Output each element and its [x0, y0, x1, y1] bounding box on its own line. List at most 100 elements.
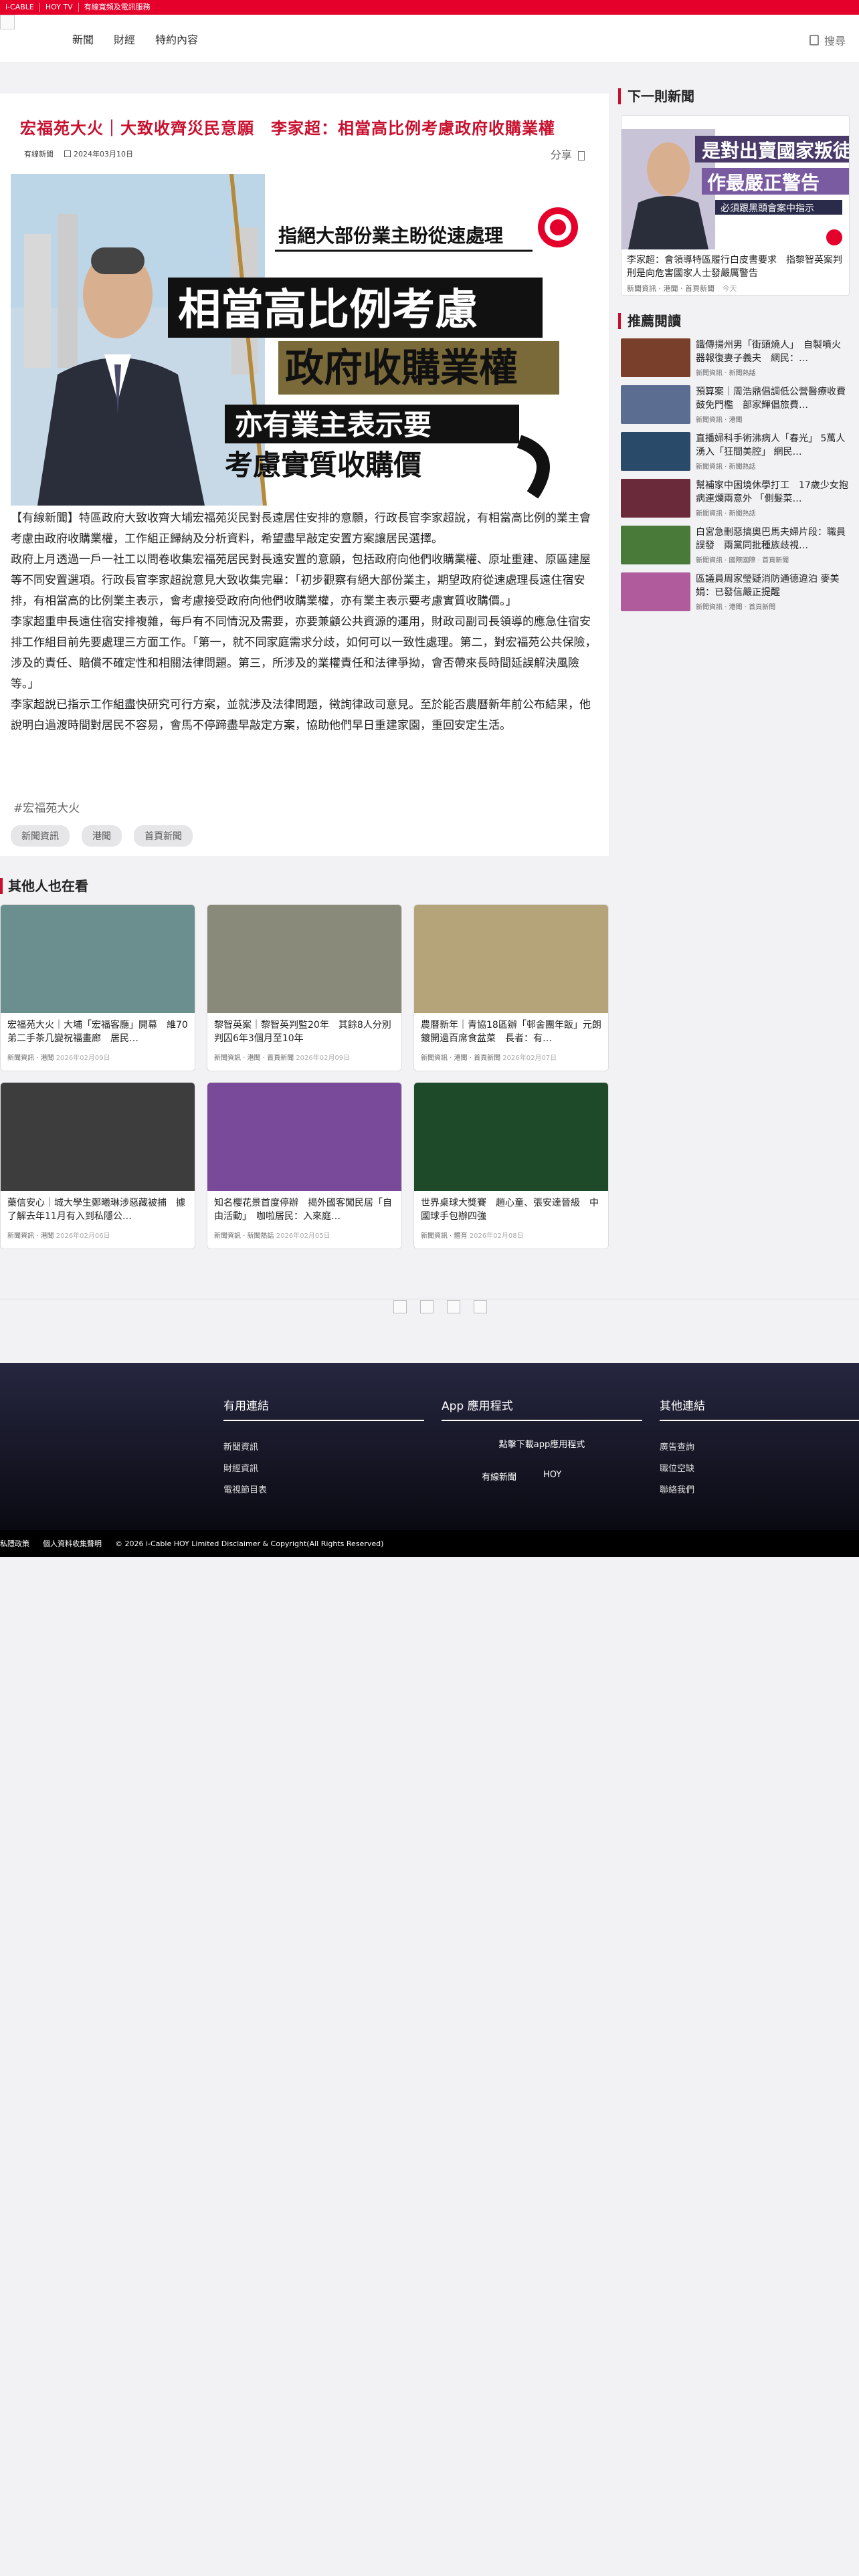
- footer-useful-links: 有用連結 新聞資訊 財經資訊 電視節目表: [223, 1396, 424, 1501]
- sponsor-logos: [393, 1300, 487, 1313]
- topbar-link-icable[interactable]: i-CABLE: [0, 3, 40, 12]
- article-hashtag[interactable]: #宏福苑大火: [13, 798, 80, 815]
- next-article-meta: 新聞資訊 · 港聞 · 首頁新聞 今天: [627, 284, 737, 293]
- recommended-title: 幫補家中困境休學打工 17歲少女抱病連爛兩意外 「側髮菜…: [696, 480, 848, 504]
- recommended-item[interactable]: 白宮急刪惡搞奧巴馬夫婦片段：職員誤發 兩黨同批種族歧視… 新聞資訊 · 國際國際 …: [621, 526, 850, 572]
- recommended-meta: 新聞資訊 · 港聞: [696, 417, 743, 424]
- news-card-title: 知名櫻花景首度停辦 揭外國客闖民居「自由活動」 咖啦居民：入來庭…: [214, 1198, 392, 1222]
- recommended-meta: 新聞資訊 · 新聞熱話: [696, 370, 756, 377]
- sponsor-logo[interactable]: [420, 1300, 434, 1313]
- recommended-thumbnail: [621, 432, 690, 471]
- article-meta: 有線新聞 2024年03月10日: [24, 148, 133, 159]
- share-label: 分享: [550, 148, 572, 161]
- news-card[interactable]: 知名櫻花景首度停辦 揭外國客闖民居「自由活動」 咖啦居民：入來庭… 新聞資訊 ·…: [207, 1082, 402, 1249]
- article-paragraph: 李家超說已指示工作組盡快研究可行方案，並就涉及法律問題，徵詢律政司意見。至於能否…: [11, 698, 591, 732]
- share-icon: [578, 150, 585, 160]
- search-icon: [809, 35, 819, 45]
- news-card-title: 黎智英案｜黎智英判監20年 其餘8人分別判囚6年3個月至10年: [214, 1020, 391, 1044]
- footer-other-links: 其他連結 廣告查詢 職位空缺 聯絡我們: [660, 1396, 859, 1501]
- footer-link[interactable]: 電視節目表: [223, 1480, 424, 1501]
- recommended-thumbnail: [621, 479, 690, 518]
- recommended-item[interactable]: 預算案｜周浩鼎倡調低公營醫療收費鼓免門檻 部家輝倡旅費… 新聞資訊 · 港聞: [621, 385, 850, 432]
- footer-col-title: 有用連結: [223, 1396, 424, 1421]
- recommended-item[interactable]: 幫補家中困境休學打工 17歲少女抱病連爛兩意外 「側髮菜… 新聞資訊 · 新聞熱話: [621, 479, 850, 526]
- next-article-image: 是對出賣國家叛徒 作最嚴正警告 必須跟黑頭會案中指示: [622, 116, 850, 249]
- nav-news[interactable]: 新聞: [72, 31, 94, 47]
- recommended-thumbnail: [621, 526, 690, 564]
- hero-caption-top: 指絕大部份業主盼從速處理: [278, 225, 503, 247]
- footer-app-text: 點擊下載app應用程式: [498, 1440, 585, 1450]
- recommended-meta: 新聞資訊 · 新聞熱話: [696, 510, 756, 518]
- copyright-text: © 2026 i-Cable HOY Limited Disclaimer & …: [115, 1539, 384, 1548]
- footer-link[interactable]: 新聞資訊: [223, 1437, 424, 1459]
- news-card[interactable]: 黎智英案｜黎智英判監20年 其餘8人分別判囚6年3個月至10年 新聞資訊 · 港…: [207, 904, 402, 1071]
- recommended-title: 區議員周家瑩疑消防通德違泊 麥美娟：已發信嚴正提醒: [696, 574, 840, 598]
- news-card[interactable]: 農曆新年｜青協18區辦「邨舍團年飯」元朗鍍開過百席食盆菜 長者：有… 新聞資訊 …: [413, 904, 609, 1071]
- news-card-title: 藥信安心｜城大學生鄭曦琳涉惡藏被捕 據了解去年11月有入到私隱公…: [7, 1198, 185, 1222]
- article-container: 宏福苑大火｜大致收齊災民意願 李家超：相當高比例考慮政府收購業權 有線新聞 20…: [0, 94, 609, 856]
- site-footer: 有用連結 新聞資訊 財經資訊 電視節目表 App 應用程式 點擊下載app應用程…: [0, 1363, 859, 1530]
- news-card-meta: 新聞資訊 · 港聞 2026年02月06日: [7, 1232, 110, 1240]
- site-logo[interactable]: [0, 15, 15, 29]
- footer-link[interactable]: 職位空缺: [660, 1459, 859, 1480]
- copyright-bar: 私隱政策 個人資料收集聲明 © 2026 i-Cable HOY Limited…: [0, 1530, 859, 1557]
- recommended-item[interactable]: 直播婦科手術沸病人「春光」 5萬人湧入「狂間美腔」 網民… 新聞資訊 · 新聞熱話: [621, 432, 850, 479]
- hero-line3: 亦有業主表示要: [235, 409, 432, 441]
- hero-graphic: 指絕大部份業主盼從速處理 相當高比例考慮 政府收購業權 亦有業主表示要 考慮實質…: [11, 174, 598, 506]
- news-card[interactable]: 宏福苑大火｜大埔「宏福客廳」開幕 維70弟二手茶几變祝福畫廊 居民… 新聞資訊 …: [0, 904, 195, 1071]
- news-card-image: [207, 905, 401, 1013]
- recommended-item[interactable]: 區議員周家瑩疑消防通德違泊 麥美娟：已發信嚴正提醒新聞資訊 · 港聞 · 首頁新…: [621, 572, 850, 619]
- share-button[interactable]: 分享: [551, 146, 585, 162]
- recommended-title: 直播婦科手術沸病人「春光」 5萬人湧入「狂間美腔」 網民…: [696, 433, 846, 457]
- top-brand-bar: i-CABLE HOY TV 有線寬頻及電訊服務: [0, 0, 859, 15]
- recommended-item[interactable]: 鐵傳揚州男「街頭燒人」 自製噴火器報復妻子義夫 網民：… 新聞資訊 · 新聞熱話: [621, 338, 850, 385]
- news-card-image: [414, 905, 608, 1013]
- next-article-title: 李家超：會領導特區履行白皮書要求 指黎智英案判刑是向危害國家人士發嚴厲警告: [627, 255, 842, 279]
- search-button[interactable]: 搜尋: [809, 32, 846, 48]
- recommended-heading: 推薦閱讀: [618, 313, 681, 329]
- tag-chip[interactable]: 新聞資訊: [11, 825, 70, 847]
- sponsor-logo[interactable]: [393, 1300, 407, 1313]
- article-date: 2024年03月10日: [74, 150, 133, 158]
- recommended-meta: 新聞資訊 · 港聞 · 首頁新聞: [696, 604, 776, 611]
- article-title: 宏福苑大火｜大致收齊災民意願 李家超：相當高比例考慮政府收購業權: [20, 119, 555, 138]
- news-card-meta: 新聞資訊 · 港聞 · 首頁新聞 2026年02月07日: [421, 1055, 557, 1062]
- footer-link[interactable]: 財經資訊: [223, 1459, 424, 1480]
- nav-sponsored[interactable]: 特約內容: [155, 31, 198, 47]
- recommended-title: 鐵傳揚州男「街頭燒人」 自製噴火器報復妻子義夫 網民：…: [696, 340, 841, 364]
- privacy-policy-link[interactable]: 私隱政策: [0, 1538, 29, 1549]
- app-download-cable-news[interactable]: 有線新聞: [482, 1470, 516, 1483]
- tag-chip[interactable]: 港聞: [82, 825, 122, 847]
- sidebar: 下一則新聞 是對出賣國家叛徒 作最嚴正警告 必須跟黑頭會案中指示 李家超：會領導…: [618, 88, 850, 611]
- news-card[interactable]: 藥信安心｜城大學生鄭曦琳涉惡藏被捕 據了解去年11月有入到私隱公… 新聞資訊 ·…: [0, 1082, 195, 1249]
- recommended-thumbnail: [621, 338, 690, 377]
- footer-col-title: App 應用程式: [442, 1396, 642, 1421]
- svg-text:作最嚴正警告: 作最嚴正警告: [707, 172, 820, 194]
- news-card[interactable]: 世界桌球大獎賽 趙心童、張安達晉級 中國球手包辦四強 新聞資訊 · 體育 202…: [413, 1082, 609, 1249]
- app-download-hoy[interactable]: HOY: [543, 1470, 561, 1483]
- article-source[interactable]: 有線新聞: [24, 148, 54, 159]
- news-card-title: 世界桌球大獎賽 趙心童、張安達晉級 中國球手包辦四強: [421, 1198, 599, 1222]
- sponsor-logo[interactable]: [447, 1300, 460, 1313]
- recommended-title: 預算案｜周浩鼎倡調低公營醫療收費鼓免門檻 部家輝倡旅費…: [696, 387, 846, 411]
- news-card-meta: 新聞資訊 · 港聞 · 首頁新聞 2026年02月09日: [214, 1055, 351, 1062]
- sponsor-logo[interactable]: [474, 1300, 487, 1313]
- topbar-link-hoytv[interactable]: HOY TV: [40, 3, 79, 12]
- topbar-link-broadband[interactable]: 有線寬頻及電訊服務: [79, 3, 156, 12]
- footer-col-title: 其他連結: [660, 1396, 859, 1421]
- news-card-image: [1, 905, 195, 1013]
- svg-text:必須跟黑頭會案中指示: 必須跟黑頭會案中指示: [721, 203, 814, 214]
- svg-text:是對出賣國家叛徒: 是對出賣國家叛徒: [702, 140, 850, 162]
- others-heading: 其他人也在看: [0, 878, 88, 894]
- personal-data-link[interactable]: 個人資料收集聲明: [43, 1538, 102, 1549]
- news-card-image: [207, 1083, 401, 1191]
- hero-line2: 政府收購業權: [285, 345, 518, 391]
- next-article-card[interactable]: 是對出賣國家叛徒 作最嚴正警告 必須跟黑頭會案中指示 李家超：會領導特區履行白皮…: [621, 115, 850, 296]
- recommended-title: 白宮急刪惡搞奧巴馬夫婦片段：職員誤發 兩黨同批種族歧視…: [696, 527, 846, 551]
- nav-finance[interactable]: 財經: [114, 31, 135, 47]
- others-grid: 宏福苑大火｜大埔「宏福客廳」開幕 維70弟二手茶几變祝福畫廊 居民… 新聞資訊 …: [0, 904, 610, 1249]
- footer-link[interactable]: 聯絡我們: [660, 1480, 859, 1501]
- tag-chip[interactable]: 首頁新聞: [134, 825, 193, 847]
- footer-link[interactable]: 廣告查詢: [660, 1437, 859, 1459]
- article-paragraph: 政府上月透過一戶一社工以問卷收集宏福苑居民對長遠安置的意願，包括政府向他們收購業…: [11, 553, 591, 608]
